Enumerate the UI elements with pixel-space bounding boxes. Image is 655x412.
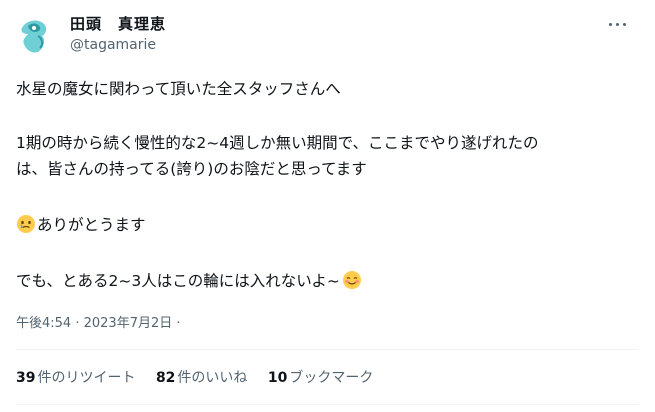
user-names: 田頭 真理恵 @tagamarie xyxy=(70,14,166,55)
likes-count: 82 xyxy=(155,370,176,386)
tweet-line: 1期の時から続く慢性的な2~4週しか無い期間で、ここまでやり遂げれたの xyxy=(16,134,539,152)
tweet-line: は、皆さんの持ってる(誇り)のお陰だと思ってます xyxy=(16,160,367,178)
retweets-label: 件のリツイート xyxy=(37,370,136,386)
divider xyxy=(16,404,638,405)
retweets-stat[interactable]: 39 件のリツイート xyxy=(16,368,135,388)
tweet-date[interactable]: 2023年7月2日 xyxy=(84,316,173,331)
tweet-stats: 39 件のリツイート 82 件のいいね 10 ブックマーク xyxy=(16,368,389,388)
smiling-face-with-blush-icon xyxy=(342,271,361,289)
meta-trailing: · xyxy=(172,316,181,331)
avatar[interactable] xyxy=(14,14,56,56)
tweet-line: 水星の魔女に関わって頂いた全スタッフさんへ xyxy=(16,80,341,98)
tweet-card: 田頭 真理恵 @tagamarie 水星の魔女に関わって頂いた全スタッフさんへ … xyxy=(0,0,655,412)
tweet-line-with-emoji: でも、とある2~3人はこの輪には入れないよ~ xyxy=(16,268,363,294)
face-holding-back-tears-icon xyxy=(17,215,35,233)
meta-separator: · xyxy=(71,316,84,331)
bookmarks-stat[interactable]: 10 ブックマーク xyxy=(268,368,373,388)
tweet-header: 田頭 真理恵 @tagamarie xyxy=(14,14,640,58)
retweets-count: 39 xyxy=(16,370,36,386)
display-name[interactable]: 田頭 真理恵 xyxy=(70,14,166,34)
bookmarks-label: ブックマーク xyxy=(289,370,374,386)
tweet-line-with-emoji: ありがとうます xyxy=(16,212,146,238)
bookmarks-count: 10 xyxy=(267,370,288,386)
avatar-illustration-icon xyxy=(14,14,56,56)
user-handle[interactable]: @tagamarie xyxy=(70,35,166,55)
more-horizontal-icon[interactable] xyxy=(608,20,628,30)
likes-stat[interactable]: 82 件のいいね xyxy=(156,368,247,388)
tweet-timestamp: 午後4:54 · 2023年7月2日 · xyxy=(16,315,181,333)
tweet-line-text: ありがとうます xyxy=(37,216,146,234)
tweet-line-text: でも、とある2~3人はこの輪には入れないよ~ xyxy=(16,272,340,290)
likes-label: 件のいいね xyxy=(177,370,248,386)
divider xyxy=(16,349,638,350)
tweet-time[interactable]: 午後4:54 xyxy=(16,316,71,331)
